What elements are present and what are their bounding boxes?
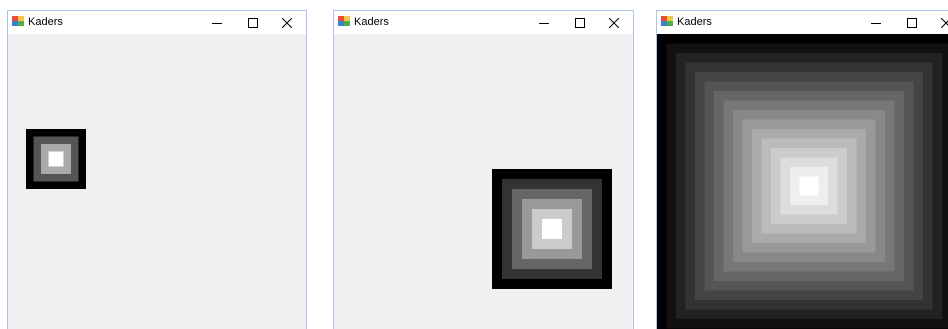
window-title: Kaders xyxy=(354,16,389,28)
kaders-drawing xyxy=(26,129,86,189)
client-area[interactable] xyxy=(334,34,633,329)
window-title: Kaders xyxy=(28,16,63,28)
frame-level-4 xyxy=(48,151,64,167)
minimize-button[interactable] xyxy=(861,11,891,34)
close-icon xyxy=(282,17,292,28)
app-icon xyxy=(12,16,24,26)
title-bar[interactable]: Kaders xyxy=(8,11,306,34)
maximize-button[interactable] xyxy=(897,11,927,34)
client-area[interactable] xyxy=(8,34,306,329)
app-icon xyxy=(338,16,350,26)
client-area[interactable] xyxy=(657,34,948,329)
kaders-window-3[interactable]: Kaders xyxy=(656,10,948,329)
maximize-icon xyxy=(248,17,258,28)
maximize-icon xyxy=(575,17,585,28)
minimize-icon xyxy=(539,22,549,24)
window-title: Kaders xyxy=(677,16,712,28)
title-bar[interactable]: Kaders xyxy=(657,11,948,34)
minimize-button[interactable] xyxy=(529,11,559,34)
title-bar[interactable]: Kaders xyxy=(334,11,633,34)
maximize-button[interactable] xyxy=(565,11,595,34)
app-icon xyxy=(661,16,673,26)
maximize-button[interactable] xyxy=(238,11,268,34)
close-icon xyxy=(941,17,948,28)
kaders-window-1[interactable]: Kaders xyxy=(7,10,307,329)
kaders-window-2[interactable]: Kaders xyxy=(333,10,634,329)
minimize-icon xyxy=(212,22,222,24)
kaders-drawing xyxy=(657,34,948,329)
maximize-icon xyxy=(907,17,917,28)
frame-level-6 xyxy=(542,219,562,239)
desktop: Kaders Kaders Kaders xyxy=(0,0,948,329)
close-icon xyxy=(609,17,619,28)
close-button[interactable] xyxy=(272,11,302,34)
minimize-icon xyxy=(871,22,881,24)
frame-level-16 xyxy=(799,176,819,196)
kaders-drawing xyxy=(492,169,612,289)
close-button[interactable] xyxy=(599,11,629,34)
close-button[interactable] xyxy=(931,11,948,34)
minimize-button[interactable] xyxy=(202,11,232,34)
